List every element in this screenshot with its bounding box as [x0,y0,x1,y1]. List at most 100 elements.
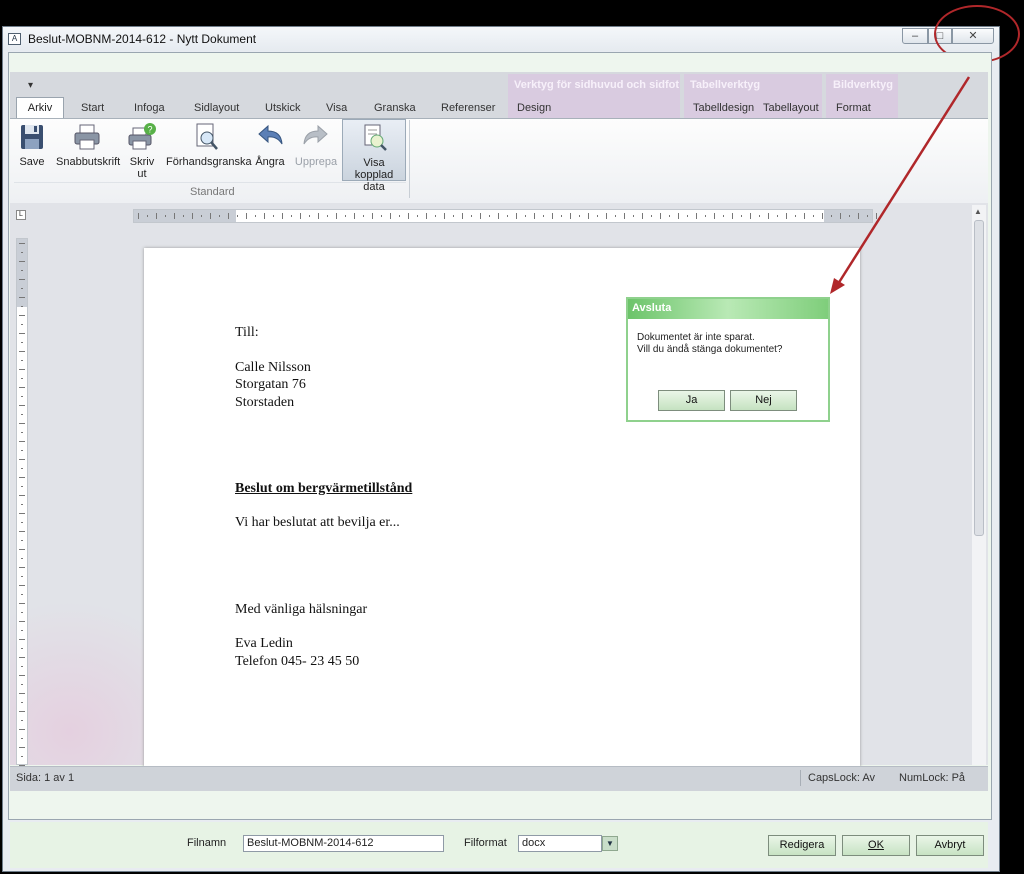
ruler-tick [19,585,25,586]
ruler-tick [19,693,25,694]
ruler-tick [21,324,23,325]
minimize-button[interactable]: – [902,28,928,44]
horizontal-ruler[interactable] [133,209,877,223]
ruler-tick [516,213,517,219]
ruler-tick [19,729,25,730]
ruler-tick [561,215,562,217]
ruler-tick [21,360,23,361]
ruler-tick [309,215,310,217]
scrollbar-thumb[interactable] [974,220,984,536]
ruler-tick [21,756,23,757]
ruler-tick [21,486,23,487]
ruler-tick [822,213,823,219]
ruler-tick [21,612,23,613]
ruler-tick [21,414,23,415]
tab-utskick[interactable]: Utskick [265,102,300,114]
tab-sidlayout[interactable]: Sidlayout [194,102,239,114]
floppy-disk-icon [21,125,43,149]
ruler-tick [768,213,769,219]
edit-button[interactable]: Redigera [768,835,836,856]
contextual-label-header-footer: Verktyg för sidhuvud och sidfot [514,79,680,91]
scroll-up-icon[interactable]: ▲ [974,207,982,216]
tab-design[interactable]: Design [517,102,551,114]
ruler-tick [642,213,643,219]
ruler-tick [291,215,292,217]
tab-referenser[interactable]: Referenser [441,102,495,114]
ruler-tick [777,215,778,217]
ruler-tick [615,215,616,217]
ruler-tick [759,215,760,217]
show-merged-data-label-line2: data [363,181,385,193]
print-button[interactable]: ? Skriv ut [124,122,160,180]
ruler-tick [471,215,472,217]
ruler-tick [19,333,25,334]
capslock-indicator: CapsLock: Av [808,772,876,784]
merged-data-icon [364,124,387,151]
ruler-tick [19,351,25,352]
ruler-tick [624,213,625,219]
ruler-tick [19,549,25,550]
vertical-ruler[interactable] [16,238,28,766]
ruler-tick [21,396,23,397]
print-preview-label: Förhandsgranska [166,156,252,168]
ruler-tick [19,621,25,622]
file-format-select[interactable]: docx [518,835,602,852]
filename-input[interactable]: Beslut-MOBNM-2014-612 [243,835,444,852]
window-title: Beslut-MOBNM-2014-612 - Nytt Dokument [28,32,257,46]
closing-greeting: Med vänliga hälsningar [235,602,368,617]
ruler-tick [219,215,220,217]
tab-visa[interactable]: Visa [326,102,347,114]
document-heading: Beslut om bergvärmetillstånd [235,481,413,496]
chevron-down-icon[interactable]: ▼ [602,836,618,851]
ruler-tick [19,657,25,658]
ruler-tick [147,215,148,217]
ruler-tick [21,450,23,451]
ruler-tick [453,215,454,217]
ruler-tick [606,213,607,219]
tab-format[interactable]: Format [836,102,871,114]
page-indicator: Sida: 1 av 1 [16,772,75,784]
save-button[interactable]: Save [14,122,50,168]
dialog-message-line1: Dokumentet är inte sparat. [637,332,755,343]
ruler-tick [237,215,238,217]
cancel-button[interactable]: Avbryt [916,835,984,856]
ruler-tick [21,702,23,703]
ruler-tick [282,213,283,219]
ruler-tick [507,215,508,217]
ruler-tick [21,468,23,469]
ok-button[interactable]: OK [842,835,910,856]
tab-start[interactable]: Start [81,102,104,114]
ruler-tick [651,215,652,217]
tab-infoga[interactable]: Infoga [134,102,165,114]
ruler-tick [19,513,25,514]
ruler-tick [21,432,23,433]
ruler-tick [174,213,175,219]
print-label-line2: ut [137,168,147,180]
tab-granska[interactable]: Granska [374,102,416,114]
quick-print-button[interactable]: Snabbutskrift [56,122,120,168]
quick-access-chevron-icon[interactable]: ▾ [28,80,33,91]
printer-icon [74,124,100,150]
ruler-tick [19,531,25,532]
tab-arkiv[interactable]: Arkiv [16,97,64,119]
tab-tabelldesign[interactable]: Tabelldesign [693,102,754,114]
ruler-tick [831,215,832,217]
tab-tabellayout[interactable]: Tabellayout [763,102,819,114]
ruler-tick [21,666,23,667]
yes-button[interactable]: Ja [658,390,725,411]
ruler-tick [876,213,877,219]
show-merged-data-button[interactable]: Visa kopplad data [342,119,406,193]
print-preview-button[interactable]: Förhandsgranska [166,122,252,168]
ruler-tick [813,215,814,217]
redo-button[interactable]: Upprepa [294,122,338,168]
ruler-tick [19,675,25,676]
ruler-tick [345,215,346,217]
ruler-tick [21,252,23,253]
undo-button[interactable]: Ångra [252,122,288,168]
ruler-tick [732,213,733,219]
app-icon[interactable]: A [8,33,21,45]
no-button[interactable]: Nej [730,390,797,411]
ruler-tick [19,369,25,370]
ruler-tick [498,213,499,219]
tab-stop-selector[interactable]: L [16,210,26,220]
